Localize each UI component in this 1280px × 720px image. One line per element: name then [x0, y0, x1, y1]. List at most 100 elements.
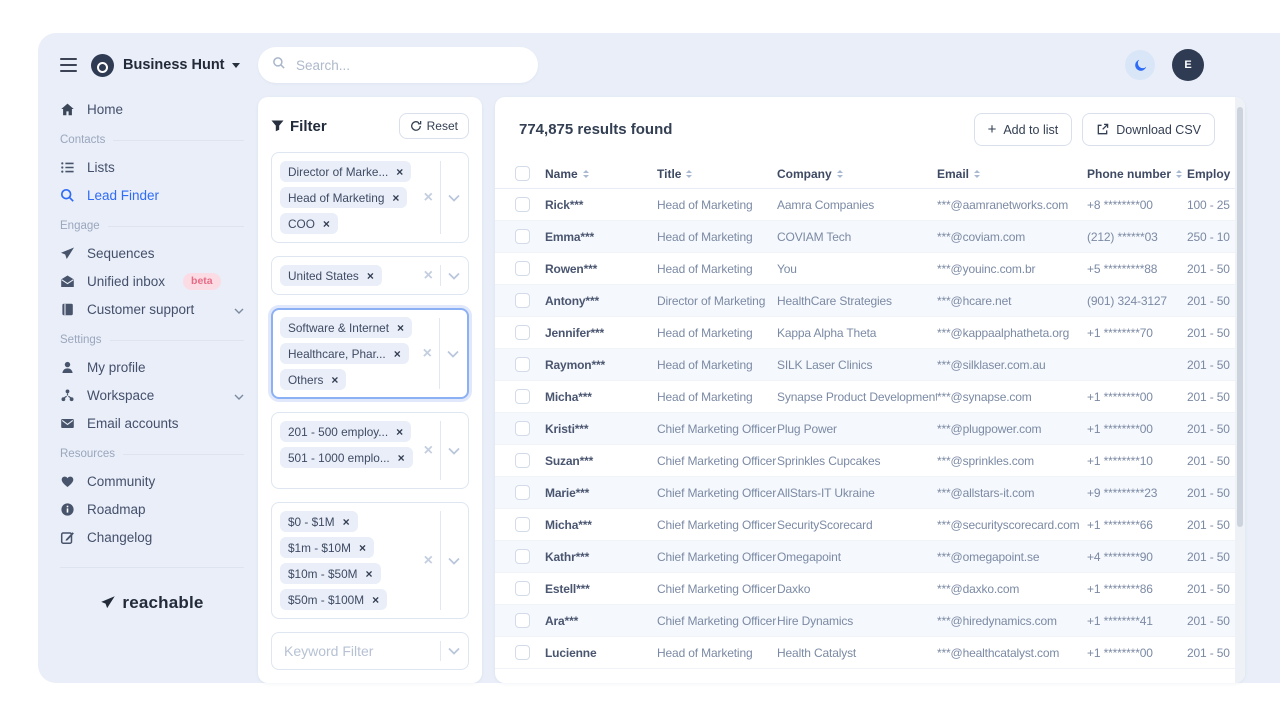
reset-filters-button[interactable]: Reset: [399, 113, 469, 139]
book-icon: [60, 302, 75, 317]
dark-mode-toggle[interactable]: [1125, 50, 1155, 80]
row-checkbox[interactable]: [515, 389, 530, 404]
column-header[interactable]: Name: [545, 167, 657, 181]
remove-chip-icon[interactable]: ×: [396, 425, 403, 439]
remove-chip-icon[interactable]: ×: [359, 541, 366, 555]
row-checkbox[interactable]: [515, 581, 530, 596]
search-input[interactable]: [294, 57, 524, 74]
select-all-cell: [495, 166, 545, 181]
brand-name[interactable]: Business Hunt: [123, 57, 225, 73]
caret-down-icon[interactable]: [232, 63, 240, 68]
sidebar-item-lead-finder[interactable]: Lead Finder: [60, 181, 244, 209]
table-row[interactable]: Estell*** Chief Marketing Officer Daxko …: [495, 573, 1245, 605]
table-row[interactable]: Kathr*** Chief Marketing Officer Omegapo…: [495, 541, 1245, 573]
download-csv-button[interactable]: Download CSV: [1082, 113, 1215, 146]
filter-select-country[interactable]: × United States×: [271, 256, 469, 295]
filter-chip: Software & Internet×: [280, 317, 412, 338]
sidebar-item-changelog[interactable]: Changelog: [60, 523, 244, 551]
chevron-down-icon[interactable]: [448, 194, 460, 202]
column-header[interactable]: Company: [777, 167, 937, 181]
table-row[interactable]: Lucienne Head of Marketing Health Cataly…: [495, 637, 1245, 669]
reachable-logo: reachable: [60, 593, 244, 613]
select-all-checkbox[interactable]: [515, 166, 530, 181]
remove-chip-icon[interactable]: ×: [398, 451, 405, 465]
column-header[interactable]: Title: [657, 167, 777, 181]
row-checkbox[interactable]: [515, 325, 530, 340]
clear-select-icon[interactable]: ×: [424, 268, 433, 284]
clear-select-icon[interactable]: ×: [423, 346, 432, 362]
chevron-down-icon[interactable]: [448, 447, 460, 455]
column-header[interactable]: Phone number: [1087, 167, 1187, 181]
row-checkbox[interactable]: [515, 549, 530, 564]
remove-chip-icon[interactable]: ×: [394, 347, 401, 361]
global-search[interactable]: [258, 47, 538, 83]
chevron-down-icon[interactable]: [448, 557, 460, 565]
remove-chip-icon[interactable]: ×: [397, 321, 404, 335]
table-row[interactable]: Emma*** Head of Marketing COVIAM Tech **…: [495, 221, 1245, 253]
clear-select-icon[interactable]: ×: [424, 190, 433, 206]
remove-chip-icon[interactable]: ×: [392, 191, 399, 205]
sidebar-item-roadmap[interactable]: Roadmap: [60, 495, 244, 523]
chevron-down-icon[interactable]: [234, 302, 244, 317]
remove-chip-icon[interactable]: ×: [372, 593, 379, 607]
filter-select-keyword[interactable]: Keyword Filter: [271, 632, 469, 670]
filter-select-industry[interactable]: × Software & Internet×Healthcare, Phar..…: [271, 308, 469, 399]
row-checkbox[interactable]: [515, 197, 530, 212]
user-avatar[interactable]: E: [1172, 49, 1204, 81]
chevron-down-icon[interactable]: [448, 272, 460, 280]
paper-plane-icon: [100, 595, 116, 611]
table-row[interactable]: Ara*** Chief Marketing Officer Hire Dyna…: [495, 605, 1245, 637]
sidebar-item-sequences[interactable]: Sequences: [60, 239, 244, 267]
sidebar-item-email-accounts[interactable]: Email accounts: [60, 409, 244, 437]
row-checkbox[interactable]: [515, 613, 530, 628]
filter-select-employees[interactable]: × 201 - 500 employ...×501 - 1000 emplo..…: [271, 412, 469, 489]
table-row[interactable]: Micha*** Chief Marketing Officer Securit…: [495, 509, 1245, 541]
scrollbar-thumb[interactable]: [1237, 107, 1243, 527]
row-checkbox[interactable]: [515, 485, 530, 500]
row-checkbox[interactable]: [515, 645, 530, 660]
sidebar-item-community[interactable]: Community: [60, 467, 244, 495]
table-row[interactable]: Micha*** Head of Marketing Synapse Produ…: [495, 381, 1245, 413]
cell-company: Synapse Product Development: [777, 390, 937, 404]
search-icon: [60, 188, 75, 203]
clear-select-icon[interactable]: ×: [424, 553, 433, 569]
row-checkbox[interactable]: [515, 421, 530, 436]
chevron-down-icon[interactable]: [234, 388, 244, 403]
row-checkbox[interactable]: [515, 293, 530, 308]
row-checkbox[interactable]: [515, 357, 530, 372]
table-row[interactable]: Kristi*** Chief Marketing Officer Plug P…: [495, 413, 1245, 445]
section-settings: Settings: [60, 334, 244, 346]
filter-select-revenue[interactable]: × $0 - $1M×$1m - $10M×$10m - $50M×$50m -…: [271, 502, 469, 619]
row-checkbox[interactable]: [515, 453, 530, 468]
sidebar-item-customer-support[interactable]: Customer support: [60, 295, 244, 323]
sidebar-item-my-profile[interactable]: My profile: [60, 353, 244, 381]
table-row[interactable]: Rowen*** Head of Marketing You ***@youin…: [495, 253, 1245, 285]
column-header[interactable]: Email: [937, 167, 1087, 181]
table-row[interactable]: Rick*** Head of Marketing Aamra Companie…: [495, 189, 1245, 221]
table-row[interactable]: Raymon*** Head of Marketing SILK Laser C…: [495, 349, 1245, 381]
remove-chip-icon[interactable]: ×: [331, 373, 338, 387]
remove-chip-icon[interactable]: ×: [323, 217, 330, 231]
remove-chip-icon[interactable]: ×: [367, 269, 374, 283]
remove-chip-icon[interactable]: ×: [396, 165, 403, 179]
remove-chip-icon[interactable]: ×: [366, 567, 373, 581]
table-row[interactable]: Antony*** Director of Marketing HealthCa…: [495, 285, 1245, 317]
clear-select-icon[interactable]: ×: [424, 443, 433, 459]
sidebar-item-home[interactable]: Home: [60, 95, 244, 123]
sidebar-item-unified-inbox[interactable]: Unified inbox beta: [60, 267, 244, 295]
sidebar-item-lists[interactable]: Lists: [60, 153, 244, 181]
sidebar-item-workspace[interactable]: Workspace: [60, 381, 244, 409]
table-row[interactable]: Jennifer*** Head of Marketing Kappa Alph…: [495, 317, 1245, 349]
cell-company: Sprinkles Cupcakes: [777, 454, 937, 468]
table-row[interactable]: Suzan*** Chief Marketing Officer Sprinkl…: [495, 445, 1245, 477]
row-checkbox[interactable]: [515, 229, 530, 244]
filter-select-job-title[interactable]: × Director of Marke...×Head of Marketing…: [271, 152, 469, 243]
row-checkbox[interactable]: [515, 261, 530, 276]
row-checkbox[interactable]: [515, 517, 530, 532]
remove-chip-icon[interactable]: ×: [343, 515, 350, 529]
chevron-down-icon[interactable]: [448, 647, 460, 655]
hamburger-icon[interactable]: [60, 58, 77, 72]
chevron-down-icon[interactable]: [447, 350, 459, 358]
table-row[interactable]: Marie*** Chief Marketing Officer AllStar…: [495, 477, 1245, 509]
add-to-list-button[interactable]: + Add to list: [974, 113, 1073, 146]
